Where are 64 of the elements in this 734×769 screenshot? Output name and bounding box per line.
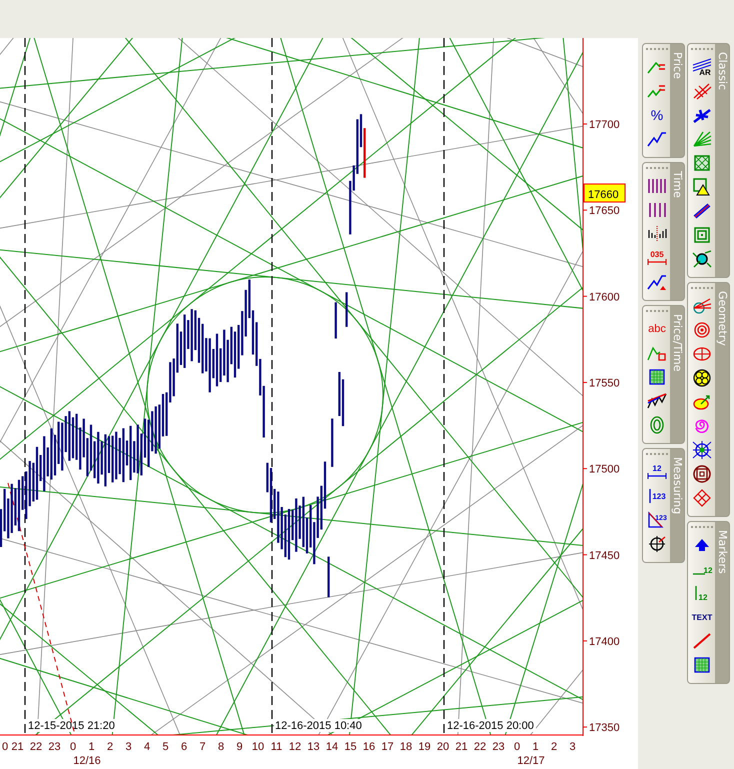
hour-axis-label: 5 (162, 741, 169, 753)
toolbar-title: Price/Time (670, 313, 684, 374)
price-axis-label: 17600 (589, 291, 620, 304)
hour-axis-label: 2 (106, 741, 114, 753)
hour-axis-label: 23 (48, 741, 61, 753)
hour-axis-label: 22 (474, 741, 486, 753)
hour-axis-label: 1 (88, 741, 95, 753)
line-icon (690, 631, 712, 651)
circle-fan-icon (690, 296, 712, 316)
fan-icon (690, 129, 712, 149)
fan-bars-icon (646, 391, 668, 411)
toolbar-title: Measuring (670, 456, 684, 516)
current-price-label: 17660 (588, 189, 619, 201)
wheel-icon (690, 440, 712, 460)
hour-axis-label: 23 (492, 741, 505, 753)
hour-axis-label: 10 (252, 741, 264, 753)
hour-axis-label: 13 (307, 741, 320, 753)
toolbar-title: Classic (715, 51, 729, 92)
hour-axis-label: 14 (326, 741, 338, 753)
hour-axis-label: 7 (199, 741, 206, 753)
bars-marker-icon (646, 224, 668, 244)
price-axis-label: 17350 (589, 722, 620, 734)
hour-axis-label: 6 (180, 741, 188, 753)
hour-axis-label: 18 (400, 741, 412, 753)
hour-axis-label: 12 (288, 741, 302, 753)
flower-icon (690, 368, 712, 388)
price-axis-label: 17650 (589, 205, 620, 218)
toolbar-title: Markers (715, 529, 729, 576)
hour-axis-label: 21 (455, 741, 468, 753)
hour-axis-label: 16 (362, 741, 376, 753)
toolbar-title: Time (670, 170, 684, 200)
toolbar-title: Geometry (715, 290, 729, 348)
box-warning-icon (690, 177, 712, 197)
date-axis-label: 12/16 (73, 755, 101, 767)
hour-axis-label: 3 (569, 741, 576, 753)
hour-axis-label: 22 (30, 741, 42, 753)
hour-axis-label: 8 (218, 741, 224, 753)
date-axis-label: 12/17 (517, 755, 545, 767)
price-axis-label: 17400 (589, 636, 620, 648)
price-axis-label: 17550 (589, 377, 620, 390)
hour-axis-label: 9 (236, 741, 243, 753)
time-marker-label: 12-16-2015 10:40 (275, 720, 362, 732)
time-marker-label: 12-15-2015 21:20 (28, 720, 115, 732)
hour-axis-label: 0 (514, 741, 520, 753)
cycle-lines-icon (646, 176, 668, 196)
hour-axis-label: 15 (344, 741, 357, 753)
hour-axis-label: 21 (11, 741, 24, 753)
price-axis-label: 17700 (589, 119, 620, 131)
hour-axis-label: 1 (532, 741, 539, 753)
hour-axis-label: 19 (418, 741, 431, 753)
diamond-icon (690, 488, 712, 508)
price-axis-label: 17500 (589, 464, 620, 476)
hour-axis-label: 17 (381, 741, 394, 753)
hour-axis-label: 0 (2, 741, 8, 753)
time-marker-label: 12-16-2015 20:00 (447, 720, 534, 732)
price-axis-label: 17450 (589, 550, 620, 562)
hour-axis-label: 20 (436, 741, 450, 753)
hour-axis-label: 4 (144, 741, 150, 753)
hour-axis-label: 2 (550, 741, 558, 753)
square-circle-icon (690, 464, 712, 484)
hour-axis-label: 3 (125, 741, 132, 753)
toolbar-title: Price (670, 51, 684, 81)
hour-axis-label: 0 (70, 741, 76, 753)
hour-axis-label: 11 (270, 741, 282, 753)
